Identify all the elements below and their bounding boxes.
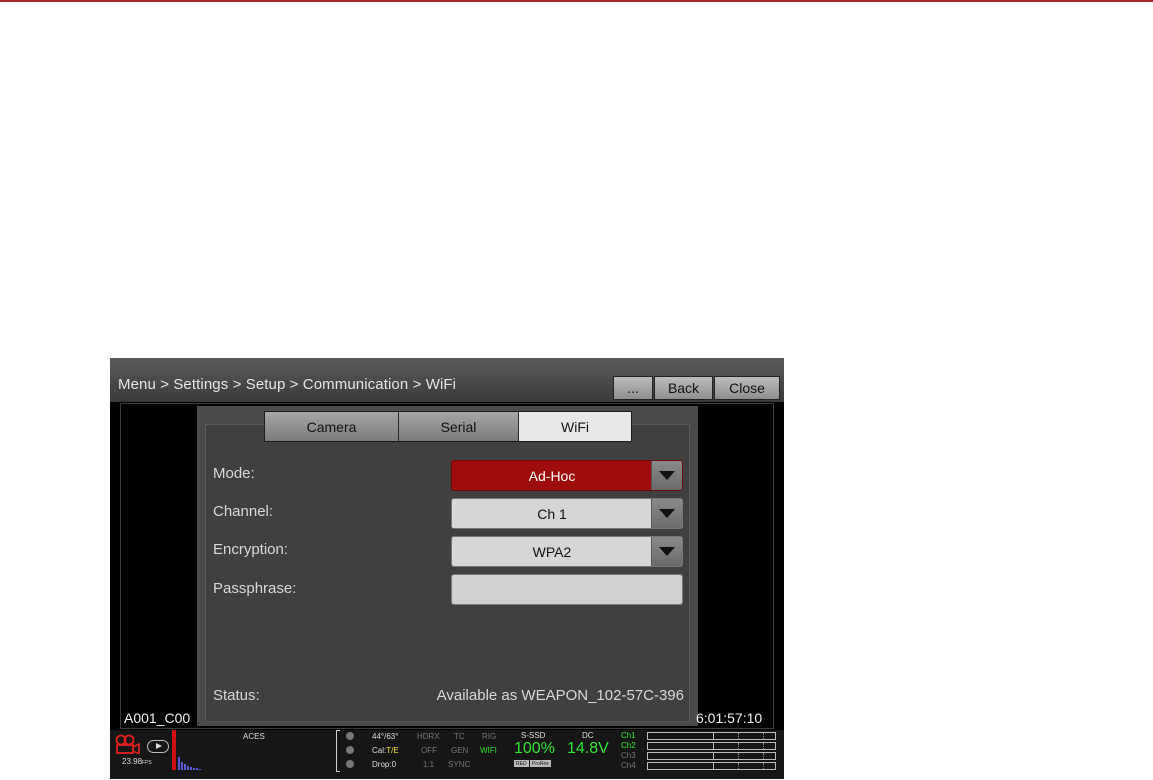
- status-value: Available as WEAPON_102-57C-396: [436, 687, 684, 704]
- status-label: Status:: [213, 687, 260, 704]
- audio-ch1: Ch1: [621, 731, 636, 740]
- power-value: 14.8V: [567, 740, 609, 757]
- encryption-value: WPA2: [532, 543, 572, 560]
- media-label: S-SSD: [521, 731, 546, 740]
- audio-ch3: Ch3: [621, 751, 636, 760]
- passphrase-value: [452, 575, 682, 604]
- ratio: 1:1: [423, 760, 435, 769]
- status-strip: 23.98FPS ACES 44°/63° Cal:T/E Drop:0 HDR…: [110, 730, 784, 779]
- audio-ch4: Ch4: [621, 761, 636, 770]
- media-badge-red: RED: [514, 760, 529, 767]
- media-badge-prores: ProRes: [530, 760, 551, 767]
- bracket-divider: [336, 730, 340, 772]
- histogram: [178, 756, 218, 770]
- tc-sync: SYNC: [448, 760, 471, 769]
- record-level-bar: [172, 730, 176, 770]
- indicator-dot: [346, 746, 354, 754]
- tab-serial[interactable]: Serial: [399, 412, 519, 441]
- tab-bar: Camera Serial WiFi: [264, 411, 632, 442]
- tab-wifi[interactable]: WiFi: [519, 412, 631, 441]
- power-label: DC: [582, 731, 594, 740]
- rig-value: WIFI: [480, 746, 497, 755]
- indicator-dot: [346, 732, 354, 740]
- chevron-down-icon[interactable]: [651, 499, 682, 528]
- wifi-dialog: Camera Serial WiFi Mode: Ad-Hoc Channel:…: [197, 406, 698, 726]
- audio-meter-2: [647, 742, 776, 750]
- chevron-down-icon[interactable]: [651, 461, 682, 490]
- camera-screen: Menu > Settings > Setup > Communication …: [110, 358, 784, 779]
- mode-value: Ad-Hoc: [528, 467, 576, 484]
- top-rule: [0, 0, 1153, 2]
- passphrase-label: Passphrase:: [213, 580, 297, 597]
- breadcrumb: Menu > Settings > Setup > Communication …: [118, 376, 457, 393]
- mode-label: Mode:: [213, 465, 255, 482]
- calibration: Cal:T/E: [372, 746, 399, 755]
- more-button[interactable]: ...: [613, 376, 653, 400]
- audio-ch2: Ch2: [621, 741, 636, 750]
- timecode: 6:01:57:10: [696, 710, 763, 726]
- color-space: ACES: [243, 732, 265, 741]
- audio-meter-3: [647, 752, 776, 760]
- channel-label: Channel:: [213, 503, 274, 520]
- sensor-temp: 44°/63°: [372, 732, 399, 741]
- drop-frames: Drop:0: [372, 760, 397, 769]
- channel-value: Ch 1: [537, 505, 567, 522]
- audio-meter-1: [647, 732, 776, 740]
- hdrx-value: OFF: [421, 746, 437, 755]
- mode-dropdown[interactable]: Ad-Hoc: [451, 460, 683, 491]
- rig-label: RIG: [482, 732, 497, 741]
- clip-name: A001_C00: [124, 710, 191, 726]
- media-value: 100%: [514, 740, 555, 757]
- back-button[interactable]: Back: [654, 376, 713, 400]
- menu-header: Menu > Settings > Setup > Communication …: [110, 358, 784, 402]
- play-icon: [147, 740, 169, 753]
- tab-camera[interactable]: Camera: [265, 412, 399, 441]
- audio-meter-4: [647, 762, 776, 770]
- hdrx-label: HDRX: [417, 732, 440, 741]
- encryption-dropdown[interactable]: WPA2: [451, 536, 683, 567]
- passphrase-input[interactable]: [451, 574, 683, 605]
- channel-dropdown[interactable]: Ch 1: [451, 498, 683, 529]
- fps-readout: 23.98FPS: [122, 757, 152, 766]
- indicator-dot: [346, 760, 354, 768]
- encryption-label: Encryption:: [213, 541, 289, 558]
- close-button[interactable]: Close: [714, 376, 780, 400]
- camera-icon: [115, 734, 140, 754]
- tc-gen: GEN: [451, 746, 469, 755]
- tc-label: TC: [454, 732, 465, 741]
- chevron-down-icon[interactable]: [651, 537, 682, 566]
